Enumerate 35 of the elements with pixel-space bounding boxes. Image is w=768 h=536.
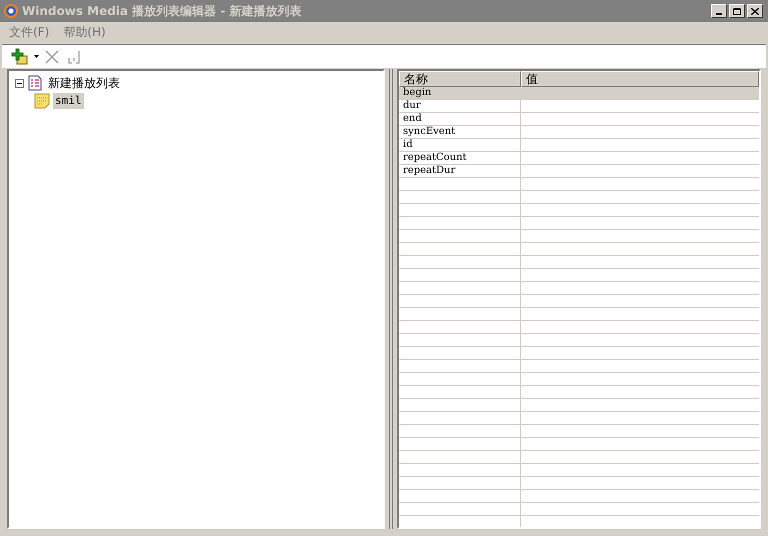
property-name: repeatCount bbox=[402, 152, 468, 165]
table-row[interactable]: begin bbox=[399, 87, 759, 100]
table-row[interactable]: syncEvent bbox=[399, 126, 759, 139]
property-name: syncEvent bbox=[402, 126, 456, 139]
app-icon bbox=[3, 3, 19, 19]
maximize-icon bbox=[733, 8, 741, 14]
maximize-button[interactable] bbox=[729, 4, 745, 18]
table-row[interactable]: repeatDur bbox=[399, 165, 759, 178]
property-name: dur bbox=[402, 100, 422, 113]
close-icon bbox=[45, 50, 59, 64]
note-icon bbox=[34, 93, 50, 109]
tree-item[interactable]: 新建播放列表 bbox=[46, 74, 122, 92]
minimize-button[interactable] bbox=[711, 4, 727, 18]
bracket-icon bbox=[67, 50, 81, 64]
property-name: begin bbox=[402, 87, 432, 100]
property-name: end bbox=[402, 113, 423, 126]
column-header[interactable]: 名称 bbox=[399, 71, 521, 87]
close-button[interactable] bbox=[747, 4, 763, 18]
playlist-icon bbox=[27, 75, 43, 91]
window-title: Windows Media 播放列表编辑器 - 新建播放列表 bbox=[22, 3, 303, 20]
table-row[interactable]: repeatCount bbox=[399, 152, 759, 165]
table-row[interactable]: dur bbox=[399, 100, 759, 113]
collapse-toggle[interactable] bbox=[15, 78, 24, 88]
table-row[interactable]: end bbox=[399, 113, 759, 126]
add-icon bbox=[11, 48, 29, 66]
property-name: repeatDur bbox=[402, 165, 456, 178]
caret-icon bbox=[34, 55, 38, 58]
splitter[interactable] bbox=[389, 69, 393, 529]
property-name: id bbox=[402, 139, 414, 152]
table-row[interactable]: id bbox=[399, 139, 759, 152]
add-button[interactable] bbox=[10, 46, 30, 66]
minus-icon bbox=[17, 80, 22, 86]
close-icon bbox=[751, 8, 759, 14]
column-header[interactable]: 值 bbox=[521, 71, 759, 87]
tree-item[interactable]: smil bbox=[53, 92, 84, 110]
